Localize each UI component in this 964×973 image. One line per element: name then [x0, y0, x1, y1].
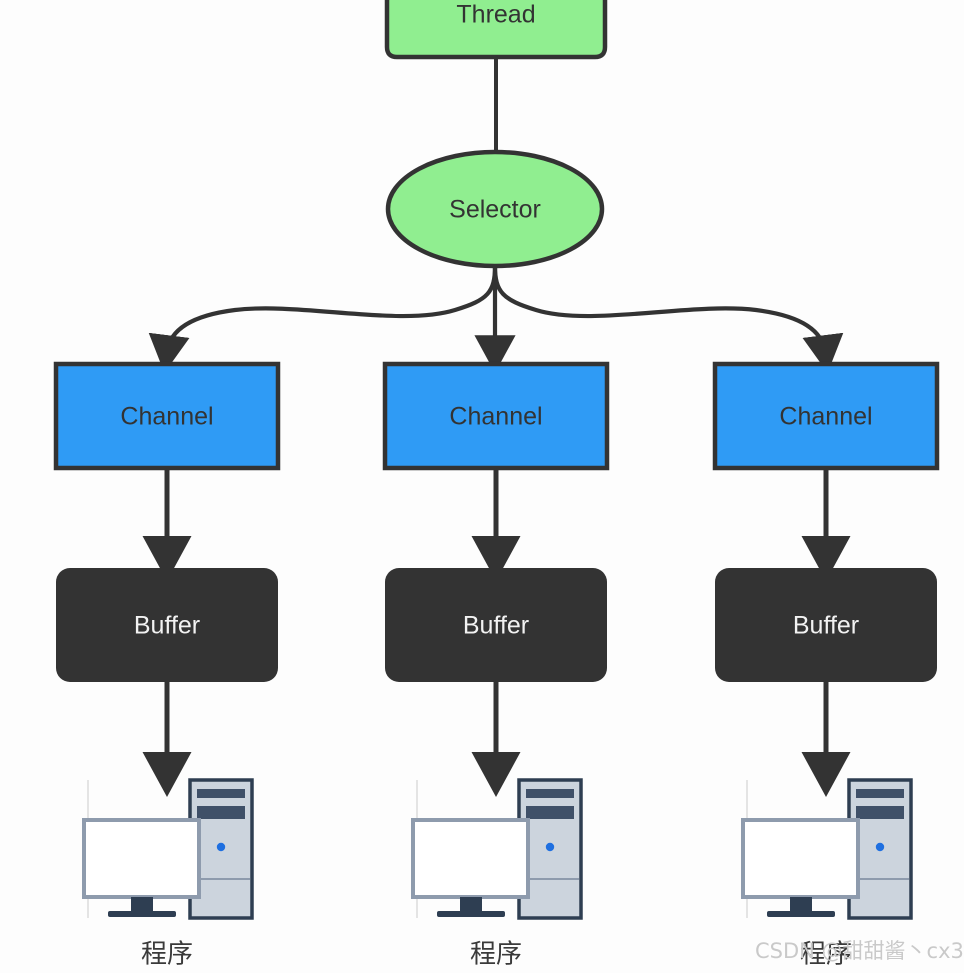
channel-2-label: Channel: [449, 403, 542, 431]
tower-drive-bay-2: [856, 806, 904, 819]
monitor-base-shape: [767, 911, 835, 917]
monitor-neck-shape: [131, 897, 153, 911]
buffer-1-label: Buffer: [134, 612, 200, 640]
program-2-label: 程序: [470, 940, 522, 970]
node-buffer-2[interactable]: Buffer: [385, 568, 607, 682]
edge-selector-to-channel-1: [148, 265, 498, 373]
tower-drive-bay-2: [197, 806, 245, 819]
node-channel-2[interactable]: Channel: [382, 361, 610, 471]
monitor-neck-shape: [790, 897, 812, 911]
monitor-neck-shape: [460, 897, 482, 911]
monitor-screen-shape: [82, 818, 201, 899]
node-thread[interactable]: Thread: [384, 0, 608, 60]
tower-drive-bay-1: [526, 789, 574, 798]
node-channel-1[interactable]: Channel: [53, 361, 281, 471]
power-led-icon: [875, 842, 885, 852]
program-1-label: 程序: [141, 940, 193, 970]
channel-1-label: Channel: [120, 403, 213, 431]
diagram-canvas: Thread Selector Channel Channel Channel: [53, 0, 964, 970]
buffer-2-label: Buffer: [463, 612, 529, 640]
edges-buffer-to-program: [142, 682, 851, 797]
thread-label: Thread: [456, 1, 535, 29]
node-buffer-1[interactable]: Buffer: [56, 568, 278, 682]
desktop-computer-icon: [411, 778, 583, 920]
tower-drive-bay-1: [856, 789, 904, 798]
channel-3-label: Channel: [779, 403, 872, 431]
tower-drive-bay-1: [197, 789, 245, 798]
nio-architecture-diagram: Thread Selector Channel Channel Channel: [0, 0, 964, 973]
edges-selector-to-channels: [148, 265, 844, 373]
power-led-icon: [216, 842, 226, 852]
buffer-3-label: Buffer: [793, 612, 859, 640]
watermark-label: CSDN @甜甜酱丶cx330: [755, 939, 964, 963]
desktop-computer-icon: [741, 778, 913, 920]
monitor-screen-shape: [741, 818, 860, 899]
monitor-base-shape: [437, 911, 505, 917]
power-led-icon: [545, 842, 555, 852]
selector-label: Selector: [449, 196, 541, 224]
node-buffer-3[interactable]: Buffer: [715, 568, 937, 682]
monitor-screen-shape: [411, 818, 530, 899]
node-channel-3[interactable]: Channel: [712, 361, 940, 471]
desktop-computer-icon: [82, 778, 254, 920]
edge-selector-to-channel-3: [492, 265, 844, 373]
node-selector[interactable]: Selector: [385, 149, 605, 269]
monitor-base-shape: [108, 911, 176, 917]
edges-channel-to-buffer: [142, 468, 851, 581]
tower-drive-bay-2: [526, 806, 574, 819]
